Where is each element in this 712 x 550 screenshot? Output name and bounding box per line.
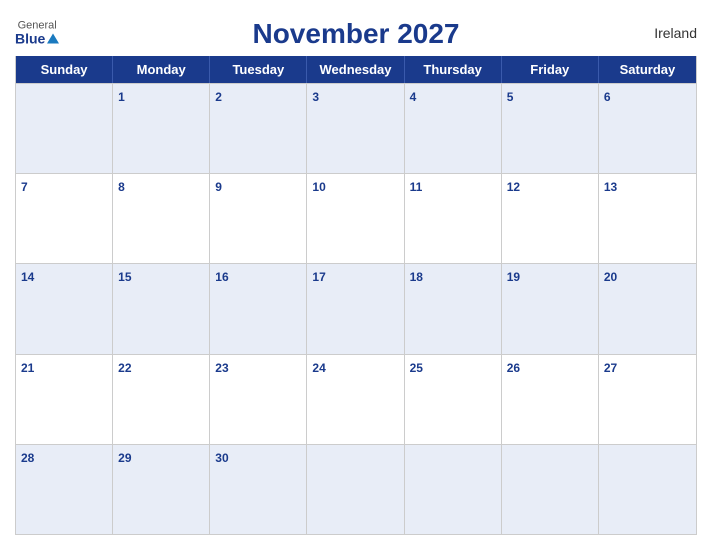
day-cell[interactable]: 2 [210,84,307,173]
country-label: Ireland [654,25,697,41]
day-number: 19 [507,270,520,284]
day-cell[interactable]: 29 [113,445,210,534]
day-number: 20 [604,270,617,284]
day-cell[interactable]: 22 [113,355,210,444]
day-cell[interactable]: 10 [307,174,404,263]
day-cell[interactable]: 3 [307,84,404,173]
day-number: 14 [21,270,34,284]
week-row-4: 21 22 23 24 25 26 27 [16,354,696,444]
day-number: 11 [410,180,423,194]
day-cell[interactable]: 30 [210,445,307,534]
header-saturday: Saturday [599,56,696,83]
day-cell[interactable]: 24 [307,355,404,444]
day-number: 13 [604,180,617,194]
day-cell[interactable]: 15 [113,264,210,353]
day-number: 23 [215,361,228,375]
day-cell[interactable] [307,445,404,534]
calendar-grid: Sunday Monday Tuesday Wednesday Thursday… [15,56,697,535]
day-cell[interactable]: 14 [16,264,113,353]
day-cell[interactable]: 4 [405,84,502,173]
day-cell[interactable]: 5 [502,84,599,173]
day-number: 2 [215,90,222,104]
weeks-container: 1234567891011121314151617181920212223242… [16,83,696,534]
day-cell[interactable]: 25 [405,355,502,444]
day-cell[interactable] [599,445,696,534]
day-cell[interactable]: 17 [307,264,404,353]
day-number: 16 [215,270,228,284]
day-cell[interactable] [405,445,502,534]
day-cell[interactable]: 13 [599,174,696,263]
day-cell[interactable]: 23 [210,355,307,444]
week-row-3: 14 15 16 17 18 19 20 [16,263,696,353]
day-number: 8 [118,180,125,194]
day-headers-row: Sunday Monday Tuesday Wednesday Thursday… [16,56,696,83]
header-wednesday: Wednesday [307,56,404,83]
week-row-5: 28 29 30 [16,444,696,534]
day-number: 9 [215,180,222,194]
day-number: 25 [410,361,423,375]
calendar-header: General Blue November 2027 Ireland [15,10,697,56]
day-cell[interactable]: 26 [502,355,599,444]
day-cell[interactable]: 8 [113,174,210,263]
day-number: 30 [215,451,228,465]
day-number: 5 [507,90,514,104]
day-number: 18 [410,270,423,284]
logo: General Blue [15,21,59,46]
day-number: 28 [21,451,34,465]
day-number: 26 [507,361,520,375]
day-cell[interactable]: 12 [502,174,599,263]
day-cell[interactable]: 11 [405,174,502,263]
day-number: 29 [118,451,131,465]
day-number: 17 [312,270,325,284]
day-number: 3 [312,90,319,104]
day-number: 12 [507,180,520,194]
header-tuesday: Tuesday [210,56,307,83]
week-row-2: 7 8 9 10 11 12 13 [16,173,696,263]
day-cell[interactable]: 7 [16,174,113,263]
day-number: 6 [604,90,611,104]
calendar-title: November 2027 [252,18,459,50]
week-row-1: 1 2 3 4 5 6 [16,83,696,173]
day-cell[interactable]: 28 [16,445,113,534]
day-number: 4 [410,90,417,104]
header-friday: Friday [502,56,599,83]
day-cell[interactable]: 1 [113,84,210,173]
day-cell[interactable]: 18 [405,264,502,353]
day-cell[interactable]: 6 [599,84,696,173]
day-number: 27 [604,361,617,375]
day-number: 22 [118,361,131,375]
day-cell[interactable]: 9 [210,174,307,263]
logo-triangle-icon [47,34,59,44]
day-number: 7 [21,180,28,194]
day-number: 10 [312,180,325,194]
day-number: 21 [21,361,34,375]
day-cell[interactable] [502,445,599,534]
header-sunday: Sunday [16,56,113,83]
logo-blue-text: Blue [15,32,59,46]
day-cell[interactable]: 21 [16,355,113,444]
header-monday: Monday [113,56,210,83]
header-thursday: Thursday [405,56,502,83]
day-cell[interactable]: 20 [599,264,696,353]
day-number: 15 [118,270,131,284]
day-number: 24 [312,361,325,375]
day-number: 1 [118,90,125,104]
day-cell[interactable]: 19 [502,264,599,353]
day-cell[interactable]: 27 [599,355,696,444]
day-cell[interactable] [16,84,113,173]
day-cell[interactable]: 16 [210,264,307,353]
